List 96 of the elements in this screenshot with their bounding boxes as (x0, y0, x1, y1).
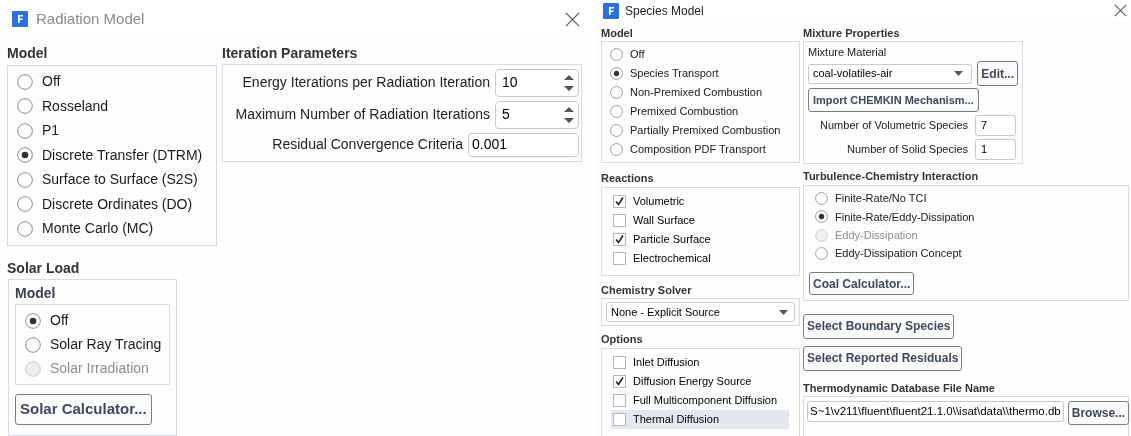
number-field[interactable]: 7 (975, 115, 1016, 136)
text-field[interactable]: 0.001 (468, 132, 579, 157)
radio-button[interactable] (610, 67, 623, 80)
section-heading: Mixture Properties (803, 26, 901, 41)
dialog-button[interactable]: Select Boundary Species (803, 313, 955, 339)
checkbox[interactable] (613, 213, 626, 227)
radio-label: Species Transport (630, 66, 719, 82)
section-heading: Chemistry Solver (601, 283, 692, 296)
radio-button[interactable] (610, 124, 623, 137)
field-label: Number of Volumetric Species (820, 118, 968, 134)
dialog-button[interactable]: Edit... (977, 61, 1018, 86)
section-heading: Options (601, 333, 643, 345)
app-logo-icon (12, 11, 28, 28)
section-heading: Solar Load (7, 259, 81, 278)
file-path-field[interactable]: S~1\v211\fluent\fluent21.1.0\\isat\data\\thermo.db (807, 401, 1064, 422)
radio-label: Off (42, 72, 61, 92)
dialog-button[interactable]: Browse... (1067, 401, 1130, 425)
radio-label: Discrete Ordinates (DO) (42, 194, 193, 214)
radio-label: Eddy-Dissipation Concept (835, 246, 962, 261)
dialog-button[interactable]: Coal Calculator... (809, 272, 915, 296)
checkbox[interactable] (613, 412, 626, 426)
dropdown-field[interactable]: coal-volatiles-air (808, 63, 973, 84)
checkbox-label: Particle Surface (633, 231, 711, 247)
field-label: Residual Convergence Criteria (272, 135, 463, 154)
section-heading: Reactions (601, 172, 654, 184)
radio-button[interactable] (17, 171, 33, 188)
highlighted-row[interactable]: Thermal Diffusion (611, 409, 789, 429)
radio-button[interactable] (25, 312, 41, 329)
radio-button[interactable] (815, 210, 828, 224)
dropdown-field[interactable]: None - Explicit Source (606, 302, 795, 322)
checkbox[interactable] (613, 232, 626, 246)
radio-label: Off (630, 47, 645, 63)
spinner-field[interactable]: 5 (495, 100, 579, 129)
section-heading: Model (15, 284, 57, 303)
radio-label: Rosseland (42, 96, 109, 116)
dialog-button[interactable]: Solar Calculator... (15, 394, 152, 425)
radio-button[interactable] (17, 98, 33, 115)
radio-button[interactable] (610, 86, 623, 99)
checkbox-label: Inlet Diffusion (633, 354, 700, 370)
checkbox[interactable] (613, 194, 626, 208)
dialog-button[interactable]: Import CHEMKIN Mechanism... (808, 88, 979, 112)
checkbox-label: Volumetric (633, 193, 685, 209)
radio-button[interactable] (610, 143, 623, 156)
checkbox-label: Thermal Diffusion (633, 411, 719, 427)
radio-label: Premixed Combustion (630, 104, 739, 120)
radio-label: Partially Premixed Combustion (630, 123, 781, 139)
window-title: Species Model (625, 2, 704, 20)
checkbox-label: Full Multicomponent Diffusion (633, 392, 778, 408)
section-heading: Model (601, 26, 634, 41)
dropdown-arrow-icon (954, 71, 964, 76)
radio-label: Eddy-Dissipation (835, 227, 918, 243)
section-heading: Thermodynamic Database File Name (803, 381, 995, 394)
radio-button[interactable] (17, 122, 33, 139)
field-label: Mixture Material (808, 45, 888, 60)
radio-button[interactable] (17, 73, 33, 90)
radio-label: Monte Carlo (MC) (42, 219, 154, 239)
radio-button[interactable] (17, 196, 33, 213)
radio-button[interactable] (815, 246, 828, 260)
radio-button[interactable] (610, 48, 623, 61)
close-icon[interactable] (565, 11, 580, 27)
radio-button[interactable] (25, 336, 41, 353)
radio-label: P1 (42, 121, 60, 141)
radio-label: Solar Ray Tracing (50, 335, 162, 354)
field-label: Number of Solid Species (846, 142, 968, 158)
section-heading: Turbulence-Chemistry Interaction (803, 170, 979, 182)
radio-label: Solar Irradiation (50, 359, 149, 378)
radio-button[interactable] (17, 147, 33, 164)
radio-button[interactable] (17, 220, 33, 237)
radio-button[interactable] (610, 105, 623, 118)
checkbox[interactable] (613, 355, 626, 369)
checkbox[interactable] (613, 374, 626, 388)
radio-label: Non-Premixed Combustion (630, 85, 763, 101)
radio-label: Finite-Rate/No TCI (835, 191, 927, 207)
spinner-field[interactable]: 10 (495, 68, 579, 97)
spinner-arrows-icon[interactable] (563, 104, 575, 125)
radio-button[interactable] (815, 192, 828, 206)
radio-label: Finite-Rate/Eddy-Dissipation (835, 209, 975, 225)
window-title: Radiation Model (36, 9, 145, 29)
checkbox[interactable] (613, 251, 626, 265)
number-field[interactable]: 1 (975, 139, 1016, 160)
checkbox-label: Wall Surface (633, 212, 695, 228)
radio-label: Composition PDF Transport (630, 142, 766, 158)
section-heading: Model (7, 43, 49, 63)
dialog-button[interactable]: Select Reported Residuals (803, 345, 963, 371)
checkbox-label: Diffusion Energy Source (633, 373, 752, 389)
checkbox[interactable] (613, 393, 626, 407)
radio-label: Discrete Transfer (DTRM) (42, 145, 203, 165)
checkbox-label: Electrochemical (633, 250, 711, 266)
radio-label: Surface to Surface (S2S) (42, 170, 198, 190)
field-label: Energy Iterations per Radiation Iteration (242, 73, 490, 92)
spinner-arrows-icon[interactable] (563, 72, 575, 93)
field-label: Maximum Number of Radiation Iterations (235, 105, 490, 124)
radio-label: Off (50, 311, 69, 330)
section-heading: Iteration Parameters (222, 43, 359, 63)
close-icon[interactable] (1114, 4, 1127, 17)
dropdown-arrow-icon (779, 309, 788, 315)
